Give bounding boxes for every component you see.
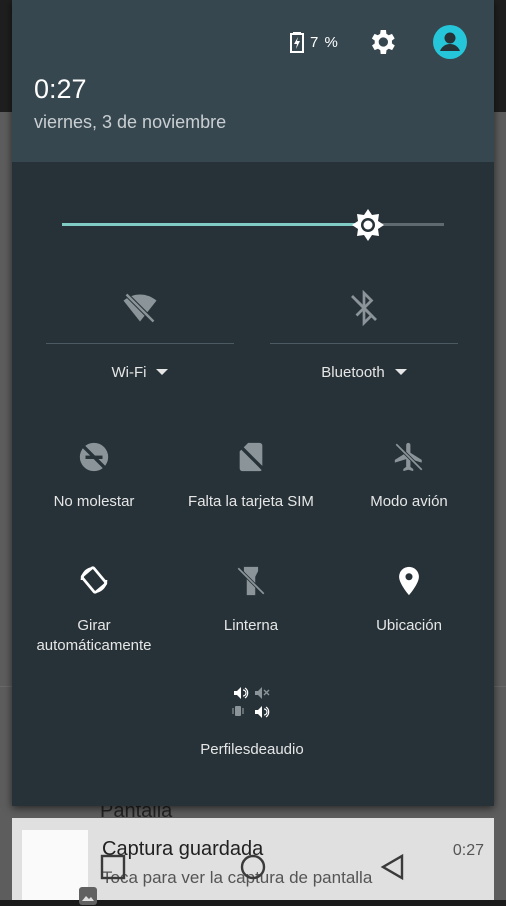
tile-linterna[interactable]: Linterna xyxy=(176,560,326,650)
bluetooth-dropdown[interactable]: Bluetooth xyxy=(270,362,458,382)
do-not-disturb-icon xyxy=(77,440,111,478)
divider xyxy=(46,343,234,344)
tile-label: Ubicación xyxy=(376,617,442,634)
tile-label: Bluetooth xyxy=(321,363,385,381)
tile-label: Wi-Fi xyxy=(111,363,147,381)
recent-apps-button[interactable] xyxy=(98,852,128,882)
wifi-off-icon xyxy=(122,290,158,330)
tile-label: Linterna xyxy=(223,617,279,634)
back-button[interactable] xyxy=(378,852,408,882)
caret-down-icon xyxy=(394,369,407,375)
tile-label: Perfilesdeaudio xyxy=(200,741,304,758)
quick-settings-header: 7 % 0:27 viernes, 3 de noviembre xyxy=(12,0,494,162)
bluetooth-off-icon xyxy=(346,289,382,330)
tile-no-molestar[interactable]: No molestar xyxy=(20,436,168,526)
brightness-icon xyxy=(351,209,384,241)
tile-label: Modo avión xyxy=(370,493,448,510)
account-icon xyxy=(433,25,467,59)
clock[interactable]: 0:27 xyxy=(34,74,87,105)
quick-settings-panel: 7 % 0:27 viernes, 3 de noviembre Wi-Fi B… xyxy=(12,0,494,806)
brightness-fill xyxy=(62,223,368,226)
tile-label: No molestar xyxy=(53,493,135,510)
tile-modo-avion[interactable]: Modo avión xyxy=(334,436,484,526)
tile-bluetooth[interactable]: Bluetooth xyxy=(270,284,458,394)
circle-icon xyxy=(240,854,266,880)
tile-ubicacion[interactable]: Ubicación xyxy=(334,560,484,650)
settings-button[interactable] xyxy=(366,26,398,58)
tile-label-line2: automáticamente xyxy=(36,637,152,654)
audio-profiles-icon xyxy=(232,684,272,724)
auto-rotate-icon xyxy=(76,562,112,602)
battery-percentage: 7 % xyxy=(310,33,339,51)
navigation-bar xyxy=(0,836,506,900)
square-icon xyxy=(100,854,126,880)
flashlight-off-icon xyxy=(234,564,268,602)
date-label[interactable]: viernes, 3 de noviembre xyxy=(34,112,226,133)
location-icon xyxy=(392,564,426,602)
brightness-slider[interactable] xyxy=(62,206,444,244)
tile-label-line1: Girar xyxy=(77,617,111,634)
caret-down-icon xyxy=(156,369,169,375)
airplane-off-icon xyxy=(392,440,426,478)
divider xyxy=(270,343,458,344)
tile-girar[interactable]: Girar automáticamente xyxy=(20,560,168,660)
home-button[interactable] xyxy=(238,852,268,882)
back-triangle-icon xyxy=(380,853,404,881)
sim-missing-icon xyxy=(234,440,268,478)
brightness-thumb[interactable] xyxy=(351,208,385,242)
gear-icon xyxy=(371,30,395,54)
user-avatar-button[interactable] xyxy=(432,24,468,60)
tile-wifi[interactable]: Wi-Fi xyxy=(46,284,234,394)
wifi-dropdown[interactable]: Wi-Fi xyxy=(46,362,234,382)
tile-audio-profiles[interactable]: Perfilesdeaudio xyxy=(178,682,326,762)
battery-charging-icon xyxy=(290,32,304,53)
tile-label: Falta la tarjeta SIM xyxy=(188,493,314,510)
battery-status[interactable]: 7 % xyxy=(290,31,339,53)
tile-sim[interactable]: Falta la tarjeta SIM xyxy=(176,436,326,526)
